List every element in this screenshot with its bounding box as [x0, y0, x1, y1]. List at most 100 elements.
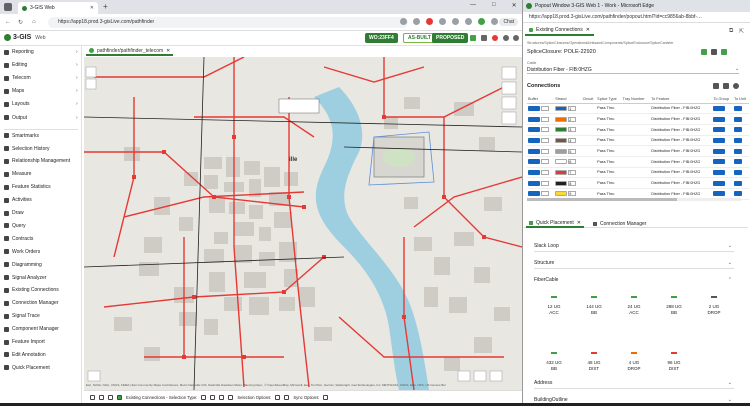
browser-menu-icon[interactable]	[4, 3, 12, 11]
collections-icon[interactable]	[465, 18, 472, 25]
table-row[interactable]: 2 Pass Thru Distribution Fiber - FIB:0HZG	[527, 113, 749, 125]
sidebar-item-relationship-management[interactable]: Relationship Management	[4, 158, 70, 164]
section-slack-loop[interactable]: Slack Loop ⌄	[534, 240, 734, 252]
close-icon[interactable]: ✕	[577, 220, 581, 226]
work-order-button[interactable]: WO:23FF4	[365, 33, 398, 43]
fibercable-option[interactable]: 4 UG DROP	[614, 352, 654, 372]
minimize-icon[interactable]: —	[470, 2, 476, 9]
select-polygon-icon[interactable]	[219, 394, 225, 400]
table-row[interactable]: 6 Pass Thru Distribution Fiber - FIB:0HZG	[527, 156, 749, 168]
sidebar-item-maps[interactable]: Maps	[4, 88, 24, 94]
sidebar-item-activities[interactable]: Activities	[4, 197, 32, 203]
chat-button[interactable]: Chat	[499, 18, 518, 26]
reload-icon[interactable]: ↻	[18, 19, 23, 26]
user-icon[interactable]	[513, 35, 519, 41]
section-building-outline[interactable]: BuildingOutline ⌄	[534, 394, 734, 406]
home-icon[interactable]: ⌂	[32, 19, 36, 25]
sidebar-item-edit-annotation[interactable]: Edit Annotation	[4, 352, 46, 358]
tab-existing-connections[interactable]: Existing Connections ✕	[525, 26, 594, 36]
basemap-controls[interactable]	[87, 370, 503, 382]
settings-icon[interactable]	[491, 18, 498, 25]
sidebar-item-feature-import[interactable]: Feature Import	[4, 339, 45, 345]
zoom-icon[interactable]	[400, 18, 407, 25]
sidebar-item-diagramming[interactable]: Diagramming	[4, 262, 42, 268]
close-icon[interactable]: ✕	[586, 27, 590, 33]
select-icon[interactable]	[117, 394, 122, 400]
sidebar-item-smartmarks[interactable]: Smartmarks	[4, 133, 39, 139]
close-window-icon[interactable]: ✕	[512, 2, 517, 9]
cable-select[interactable]: Distribution Fiber - FIB:0HZG	[527, 66, 739, 74]
lock-icon[interactable]	[721, 49, 727, 55]
sidebar-item-layouts[interactable]: Layouts	[4, 101, 30, 107]
select-circle-icon[interactable]	[228, 394, 234, 400]
sidebar-item-feature-statistics[interactable]: Feature Statistics	[4, 184, 51, 190]
export-icon[interactable]	[713, 83, 719, 89]
close-map-tab-icon[interactable]: ✕	[166, 48, 170, 54]
sidebar-item-output[interactable]: Output	[4, 115, 27, 121]
fibercable-option[interactable]: 2 UG DROP	[694, 296, 734, 316]
search-icon[interactable]	[733, 83, 739, 89]
close-tab-icon[interactable]: ✕	[90, 5, 94, 11]
column-header[interactable]: Tray Number	[621, 95, 651, 104]
sidebar-item-existing-connections[interactable]: Existing Connections	[4, 287, 59, 293]
selection-remove-icon[interactable]	[284, 394, 290, 400]
fibercable-option[interactable]: 12 UG ACC	[534, 296, 574, 316]
table-scrollbar[interactable]	[527, 198, 741, 201]
table-row[interactable]: 7 Pass Thru Distribution Fiber - FIB:0HZG	[527, 167, 749, 179]
sidebar-item-quick-placement[interactable]: Quick Placement	[4, 365, 50, 371]
extension-icon[interactable]	[439, 18, 446, 25]
column-header[interactable]: To Unit	[733, 95, 749, 104]
section-fibercable[interactable]: FiberCable ⌃	[534, 274, 734, 286]
column-header[interactable]: Strand	[554, 95, 582, 104]
sidebar-item-component-manager[interactable]: Component Manager	[4, 326, 59, 332]
new-tab-icon[interactable]: +	[103, 2, 108, 11]
map-tab[interactable]: pathfinder/pathfinder_telecom ✕	[86, 47, 174, 56]
sidebar-item-draw[interactable]: Draw	[4, 210, 24, 216]
download-icon[interactable]	[723, 83, 729, 89]
map-controls[interactable]	[85, 66, 517, 125]
select-point-icon[interactable]	[201, 394, 207, 400]
popout-icon[interactable]: ⧉	[729, 28, 733, 35]
url-field[interactable]: https://app18.prod.3-gisLive.com/pathfin…	[48, 17, 408, 28]
edit-icon[interactable]	[701, 49, 707, 55]
table-row[interactable]: 8 Pass Thru Distribution Fiber - FIB:0HZG	[527, 177, 749, 189]
map-canvas[interactable]: ille	[84, 57, 522, 390]
section-address[interactable]: Address ⌄	[534, 377, 734, 389]
table-row[interactable]: 1 Pass Thru Distribution Fiber - FIB:0HZG	[527, 103, 749, 115]
column-header[interactable]: Buffer	[527, 95, 555, 104]
popout-url[interactable]: https://app18.prod.3-gisLive.com/pathfin…	[523, 12, 750, 23]
fibercable-option[interactable]: 144 UG BB	[574, 296, 614, 316]
fibercable-option[interactable]: 432 UG BB	[534, 352, 574, 372]
fibercable-option[interactable]: 48 UG DIST	[574, 352, 614, 372]
favorite-star-icon[interactable]	[413, 18, 420, 25]
selection-add-icon[interactable]	[275, 394, 281, 400]
notification-icon[interactable]	[492, 35, 498, 41]
fibercable-option[interactable]: 96 UG DIST	[654, 352, 694, 372]
sidebar-item-contracts[interactable]: Contracts	[4, 236, 33, 242]
sidebar-item-query[interactable]: Query	[4, 223, 26, 229]
column-header[interactable]: Circuit	[581, 95, 597, 104]
refresh-icon[interactable]	[711, 49, 717, 55]
sidebar-item-selection-history[interactable]: Selection History	[4, 146, 50, 152]
extension-icon[interactable]	[426, 18, 433, 25]
column-header[interactable]: To Feature	[650, 95, 713, 104]
back-icon[interactable]: ←	[5, 19, 11, 25]
sidebar-item-telecom[interactable]: Telecom	[4, 75, 31, 81]
table-row[interactable]: 4 Pass Thru Distribution Fiber - FIB:0HZG	[527, 135, 749, 147]
section-structure[interactable]: Structure ⌄	[534, 257, 734, 269]
tab-connection-manager[interactable]: Connection Manager	[590, 219, 649, 228]
print-icon[interactable]	[108, 394, 113, 400]
pan-icon[interactable]	[90, 394, 95, 400]
sidebar-item-signal-trace[interactable]: Signal Trace	[4, 313, 40, 319]
table-row[interactable]: 3 Pass Thru Distribution Fiber - FIB:0HZG	[527, 124, 749, 136]
chevron-down-icon[interactable]: ⌄	[735, 66, 739, 72]
column-header[interactable]: Splice Type	[596, 95, 622, 104]
check-icon[interactable]	[470, 35, 476, 41]
proposed-button[interactable]: PROPOSED	[432, 33, 469, 43]
fibercable-option[interactable]: 24 UG ACC	[614, 296, 654, 316]
sync-icon[interactable]	[323, 394, 329, 400]
sidebar-item-signal-analyzer[interactable]: Signal Analyzer	[4, 275, 46, 281]
favorites-icon[interactable]	[452, 18, 459, 25]
maximize-icon[interactable]: □	[492, 2, 496, 9]
info-icon[interactable]	[99, 394, 104, 400]
